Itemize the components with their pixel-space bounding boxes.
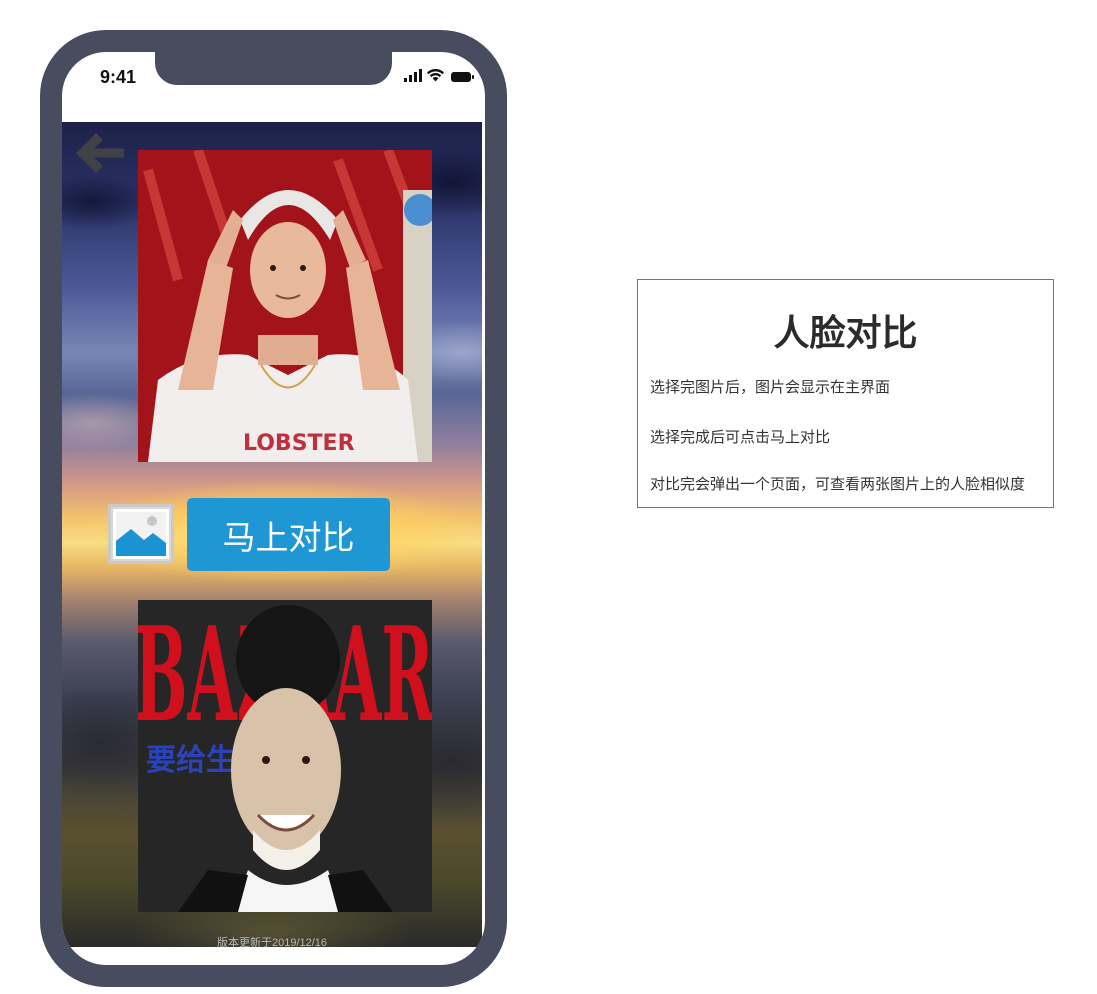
description-title: 人脸对比 [773, 312, 918, 353]
back-arrow-icon[interactable] [72, 130, 126, 176]
wifi-icon [427, 69, 444, 82]
app-screen: LOBSTER 马上对比 BAZAAR 要给生命 [62, 122, 482, 947]
version-text: 版本更新于2019/12/16 [216, 937, 328, 947]
image-placeholder-icon [113, 509, 169, 559]
compare-now-button[interactable]: 马上对比 [187, 498, 390, 571]
signal-icon [404, 69, 422, 82]
description-line: 对比完会弹出一个页面，可查看两张图片上的人脸相似度 [650, 476, 1026, 493]
phone-frame: 9:41 LOBSTER 马上对比 要给生命 版本更新于2019/12/16 [40, 30, 507, 987]
phone-notch [155, 52, 392, 85]
battery-icon [451, 72, 474, 82]
description-panel: 人脸对比 选择完图片后，图片会显示在主界面 选择完成后可点击马上对比 对比完会弹… [637, 279, 1054, 508]
image-picker[interactable] [108, 504, 174, 564]
description-line: 选择完成后可点击马上对比 [650, 429, 831, 446]
photo-top-shirt-text: LOBSTER [243, 431, 355, 456]
photo-bottom-illustration: BAZAAR 要给生命 [138, 600, 432, 912]
description-line: 选择完图片后，图片会显示在主界面 [650, 379, 891, 396]
selected-photo-bottom[interactable]: BAZAAR 要给生命 [138, 600, 432, 912]
selected-photo-top[interactable]: LOBSTER [138, 150, 432, 462]
status-icons [404, 69, 474, 82]
status-time: 9:41 [100, 67, 137, 87]
photo-top-illustration: LOBSTER [138, 150, 432, 462]
phone-screen-area: 9:41 LOBSTER 马上对比 要给生命 版本更新于2019/12/16 [62, 52, 485, 965]
